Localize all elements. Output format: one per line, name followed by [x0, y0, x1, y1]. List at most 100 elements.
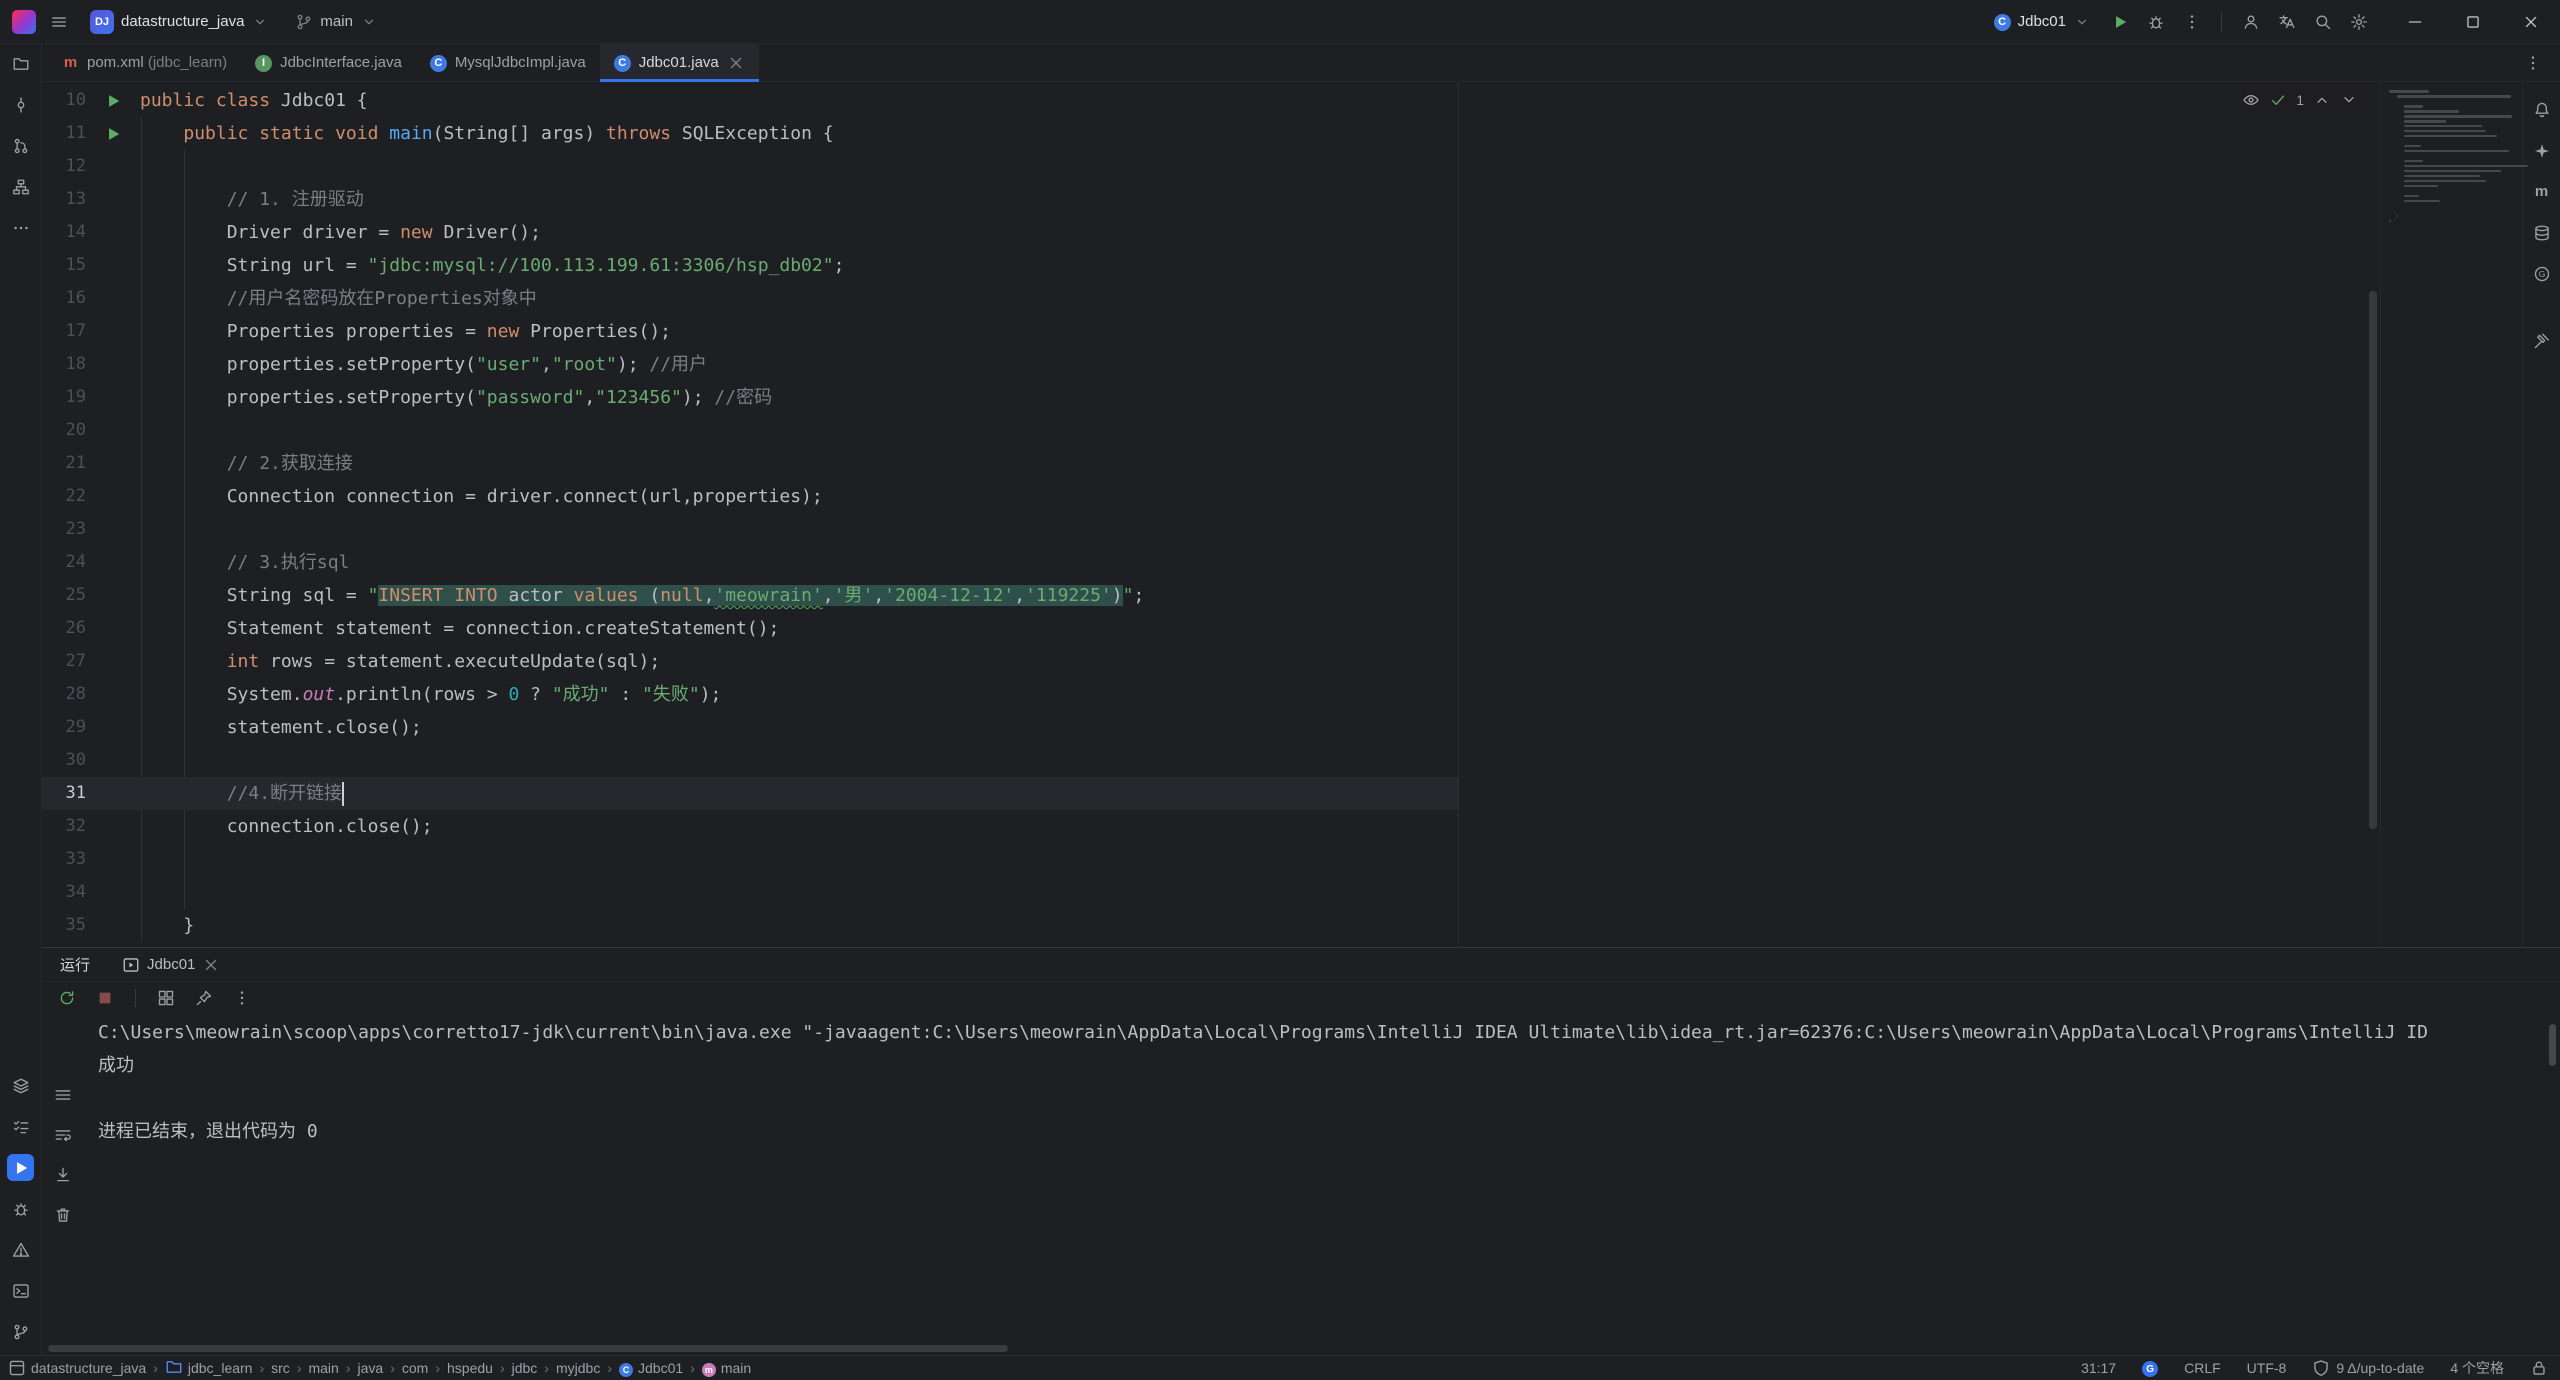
editor-tab-JdbcInterface.java[interactable]: IJdbcInterface.java — [241, 44, 416, 81]
ai-assistant-tool-button[interactable] — [2528, 137, 2555, 164]
highlight-level-icon[interactable] — [2242, 91, 2260, 109]
console-output[interactable]: C:\Users\meowrain\scoop\apps\corretto17-… — [98, 1016, 2560, 1345]
code-line[interactable]: 13 // 1. 注册驱动 — [42, 183, 2380, 216]
run-console-tab[interactable]: Jdbc01 — [116, 948, 226, 981]
search-everywhere-button[interactable] — [2310, 9, 2336, 35]
stop-button[interactable] — [92, 985, 118, 1011]
project-widget[interactable]: DJ datastructure_java — [82, 6, 277, 38]
code-line[interactable]: 18 properties.setProperty("user","root")… — [42, 348, 2380, 381]
settings-button[interactable] — [2346, 9, 2372, 35]
breadcrumb-jdbc[interactable]: jdbc — [512, 1360, 538, 1376]
breadcrumb-com[interactable]: com — [402, 1360, 428, 1376]
run-line-icon[interactable] — [86, 117, 140, 150]
inspection-widget[interactable]: 1 — [2234, 88, 2366, 112]
minimize-button[interactable] — [2386, 0, 2444, 44]
code-line[interactable]: 16 //用户名密码放在Properties对象中 — [42, 282, 2380, 315]
code-line[interactable]: 33 — [42, 843, 2380, 876]
terminal-tool-button[interactable] — [7, 1277, 34, 1304]
database-tool-button[interactable] — [2528, 219, 2555, 246]
editor-tab-Jdbc01.java[interactable]: CJdbc01.java — [600, 44, 759, 81]
caret-position-widget[interactable]: 31:17 — [2081, 1360, 2116, 1376]
translate-button[interactable] — [2274, 9, 2300, 35]
structure-tool-button[interactable] — [7, 173, 34, 200]
console-settings-button[interactable] — [50, 1082, 76, 1108]
branch-widget[interactable]: main — [287, 9, 386, 35]
code-line[interactable]: 15 String url = "jdbc:mysql://100.113.19… — [42, 249, 2380, 282]
more-run-options-button[interactable] — [2179, 9, 2205, 35]
code-line[interactable]: 25 String sql = "INSERT INTO actor value… — [42, 579, 2380, 612]
code-line[interactable]: 14 Driver driver = new Driver(); — [42, 216, 2380, 249]
more-button[interactable] — [229, 985, 255, 1011]
run-button[interactable] — [2107, 9, 2133, 35]
code-line[interactable]: 26 Statement statement = connection.crea… — [42, 612, 2380, 645]
console-hscrollbar[interactable] — [48, 1345, 1008, 1352]
code-line[interactable]: 17 Properties properties = new Propertie… — [42, 315, 2380, 348]
clear-console-button[interactable] — [50, 1202, 76, 1228]
indent-widget[interactable]: 4 个空格 — [2450, 1358, 2504, 1378]
lock-widget[interactable] — [2530, 1359, 2548, 1377]
breadcrumb-myjdbc[interactable]: myjdbc — [556, 1360, 600, 1376]
git-status-widget[interactable]: 9 Δ/up-to-date — [2312, 1359, 2424, 1377]
code-line[interactable]: 24 // 3.执行sql — [42, 546, 2380, 579]
code-line[interactable]: 35 } — [42, 909, 2380, 942]
code-line[interactable]: 12 — [42, 150, 2380, 183]
code-line[interactable]: 19 properties.setProperty("password","12… — [42, 381, 2380, 414]
grazie-widget[interactable]: G — [2142, 1359, 2158, 1378]
code-line[interactable]: 34 — [42, 876, 2380, 909]
console-vscrollbar[interactable] — [2549, 1024, 2556, 1066]
build-tool-button[interactable] — [2528, 327, 2555, 354]
maven-tool-button[interactable]: m — [2528, 178, 2555, 205]
editor-tab-pom.xml[interactable]: mpom.xml (jdbc_learn) — [48, 44, 241, 81]
main-menu-button[interactable] — [46, 9, 72, 35]
services-tool-button[interactable] — [7, 1072, 34, 1099]
close-tab-icon[interactable] — [727, 54, 745, 72]
breadcrumb-jdbc_learn[interactable]: jdbc_learn — [165, 1358, 253, 1379]
breadcrumb-hspedu[interactable]: hspedu — [447, 1360, 493, 1376]
code-line[interactable]: 30 — [42, 744, 2380, 777]
breadcrumb-Jdbc01[interactable]: CJdbc01 — [619, 1360, 683, 1377]
code-line[interactable]: 10public class Jdbc01 { — [42, 84, 2380, 117]
run-layout-button[interactable] — [153, 985, 179, 1011]
run-line-icon[interactable] — [86, 84, 140, 117]
tab-options-button[interactable] — [2520, 50, 2546, 76]
run-tool-button[interactable] — [7, 1154, 34, 1181]
code-line[interactable]: 29 statement.close(); — [42, 711, 2380, 744]
debug-tool-button[interactable] — [7, 1195, 34, 1222]
line-separator-widget[interactable]: CRLF — [2184, 1360, 2221, 1376]
todo-tool-button[interactable] — [7, 1113, 34, 1140]
code-line[interactable]: 28 System.out.println(rows > 0 ? "成功" : … — [42, 678, 2380, 711]
encoding-widget[interactable]: UTF-8 — [2247, 1360, 2287, 1376]
code-line[interactable]: 23 — [42, 513, 2380, 546]
next-problem-icon[interactable] — [2340, 91, 2358, 109]
code-editor[interactable]: 10public class Jdbc01 {11 public static … — [42, 82, 2380, 947]
minimap[interactable] — [2380, 82, 2522, 947]
commit-tool-button[interactable] — [7, 91, 34, 118]
breadcrumb-src[interactable]: src — [271, 1360, 290, 1376]
soft-wrap-button[interactable] — [50, 1122, 76, 1148]
pull-requests-tool-button[interactable] — [7, 132, 34, 159]
prev-problem-icon[interactable] — [2313, 91, 2331, 109]
problems-tool-button[interactable] — [7, 1236, 34, 1263]
pin-tab-button[interactable] — [191, 985, 217, 1011]
notifications-tool-button[interactable] — [2528, 96, 2555, 123]
more-tool-windows-tool-button[interactable] — [7, 214, 34, 241]
code-line[interactable]: 31 //4.断开链接 — [42, 777, 2380, 810]
code-line[interactable]: 20 — [42, 414, 2380, 447]
code-line[interactable]: 32 connection.close(); — [42, 810, 2380, 843]
rerun-button[interactable] — [54, 985, 80, 1011]
account-button[interactable] — [2238, 9, 2264, 35]
editor-tab-MysqlJdbcImpl.java[interactable]: CMysqlJdbcImpl.java — [416, 44, 600, 81]
breadcrumb-java[interactable]: java — [358, 1360, 384, 1376]
scroll-to-end-button[interactable] — [50, 1162, 76, 1188]
gradle-tool-button[interactable]: G — [2528, 260, 2555, 287]
version-control-tool-button[interactable] — [7, 1318, 34, 1345]
code-line[interactable]: 27 int rows = statement.executeUpdate(sq… — [42, 645, 2380, 678]
close-tab-icon[interactable] — [202, 956, 220, 974]
run-config-widget[interactable]: C Jdbc01 — [1986, 8, 2099, 35]
code-line[interactable]: 36} — [42, 942, 2380, 947]
code-line[interactable]: 22 Connection connection = driver.connec… — [42, 480, 2380, 513]
editor-scrollbar[interactable] — [2369, 291, 2377, 829]
close-button[interactable] — [2502, 0, 2560, 44]
code-line[interactable]: 21 // 2.获取连接 — [42, 447, 2380, 480]
breadcrumb-datastructure_java[interactable]: datastructure_java — [8, 1359, 146, 1377]
